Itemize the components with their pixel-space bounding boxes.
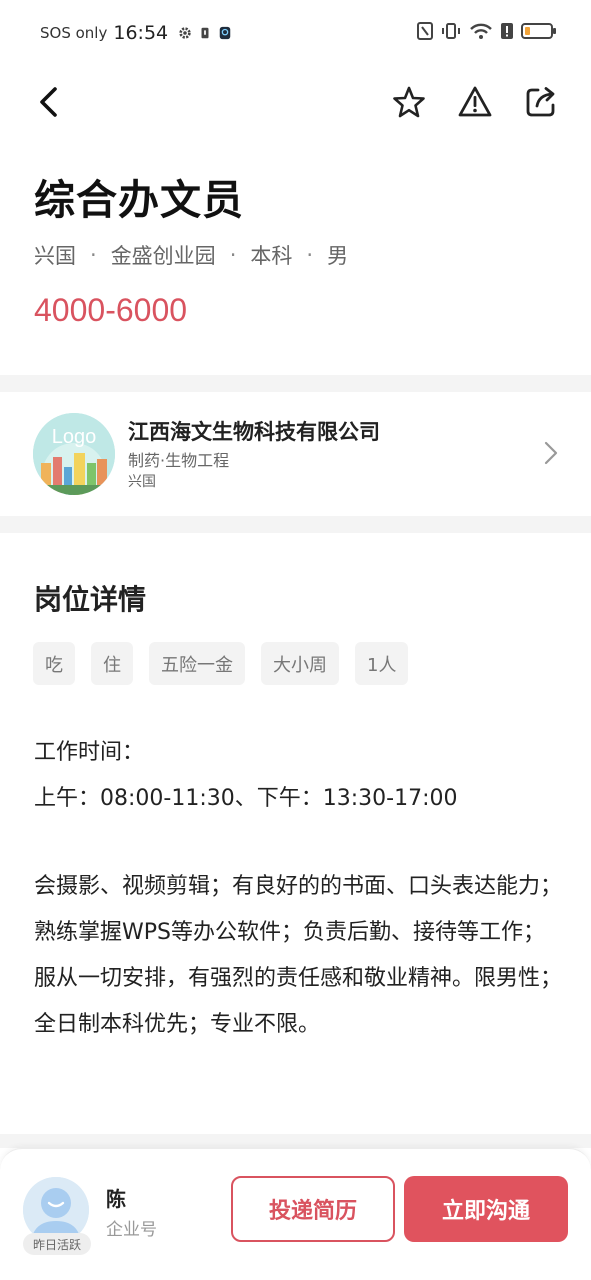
share-icon <box>526 87 555 117</box>
work-time-label: 工作时间： <box>34 740 145 765</box>
job-description: 工作时间： 上午：08:00-11:30、下午：13:30-17:00 会摄影、… <box>34 730 564 1048</box>
nfc-icon <box>417 22 433 40</box>
job-area: 金盛创业园 <box>110 244 216 268</box>
meta-separator: · <box>306 243 314 267</box>
salary: 4000-6000 <box>34 292 188 328</box>
section-title-job-details: 岗位详情 <box>34 583 147 616</box>
company-card[interactable]: Logo 江西海文生物科技有限公司 制药·生物工程 兴国 <box>0 392 591 516</box>
bottom-action-bar: 昨日活跃 陈 企业号 投递简历 立即沟通 <box>0 1148 591 1280</box>
job-location: 兴国 <box>34 244 76 268</box>
status-time: 16:54 <box>113 22 169 44</box>
chevron-right-icon <box>544 441 558 465</box>
sim-icon <box>201 27 209 39</box>
warning-icon <box>458 86 492 117</box>
report-button[interactable] <box>457 84 493 120</box>
benefit-tags: 吃 住 五险一金 大小周 1人 <box>33 642 409 685</box>
tag-meals: 吃 <box>33 642 75 685</box>
submit-resume-button[interactable]: 投递简历 <box>231 1176 395 1242</box>
chat-now-button[interactable]: 立即沟通 <box>404 1176 568 1242</box>
meta-separator: · <box>90 243 97 267</box>
company-logo: Logo <box>33 413 115 495</box>
top-bar <box>0 80 591 126</box>
star-icon <box>393 86 425 118</box>
gear-icon <box>179 27 191 39</box>
carrier-text: SOS only <box>40 24 108 42</box>
chevron-left-icon <box>40 87 57 117</box>
job-gender: 男 <box>327 244 349 268</box>
job-education: 本科 <box>250 244 293 268</box>
location-icon <box>219 26 231 40</box>
tag-headcount: 1人 <box>355 642 409 685</box>
logo-text: Logo <box>52 426 97 448</box>
section-divider <box>0 516 591 533</box>
status-bar: SOS only 16:54 <box>0 0 591 66</box>
job-meta: 兴国 · 金盛创业园 · 本科 · 男 <box>34 240 348 270</box>
meta-separator: · <box>229 243 237 267</box>
section-divider <box>0 1134 591 1148</box>
company-industry: 制药·生物工程 <box>128 451 230 470</box>
company-logo-image: Logo <box>33 413 115 495</box>
recruiter-name: 陈 <box>106 1187 126 1211</box>
alert-icon <box>501 23 513 39</box>
tag-insurance: 五险一金 <box>149 642 245 685</box>
vibrate-icon <box>442 23 460 39</box>
section-divider <box>0 375 591 392</box>
favorite-button[interactable] <box>391 84 427 120</box>
job-title: 综合办文员 <box>34 176 244 224</box>
battery-icon <box>521 23 556 39</box>
description-text: 会摄影、视频剪辑；有良好的的书面、口头表达能力；熟练掌握WPS等办公软件；负责后… <box>34 874 563 1037</box>
work-time-value: 上午：08:00-11:30、下午：13:30-17:00 <box>34 786 458 811</box>
active-status-badge: 昨日活跃 <box>23 1233 91 1255</box>
share-button[interactable] <box>523 84 559 120</box>
tag-schedule: 大小周 <box>261 642 339 685</box>
back-button[interactable] <box>30 84 66 120</box>
company-name: 江西海文生物科技有限公司 <box>128 420 380 444</box>
tag-housing: 住 <box>91 642 133 685</box>
wifi-icon <box>470 23 492 39</box>
company-city: 兴国 <box>128 474 156 490</box>
recruiter-role: 企业号 <box>106 1220 157 1240</box>
battery-level <box>525 27 530 35</box>
